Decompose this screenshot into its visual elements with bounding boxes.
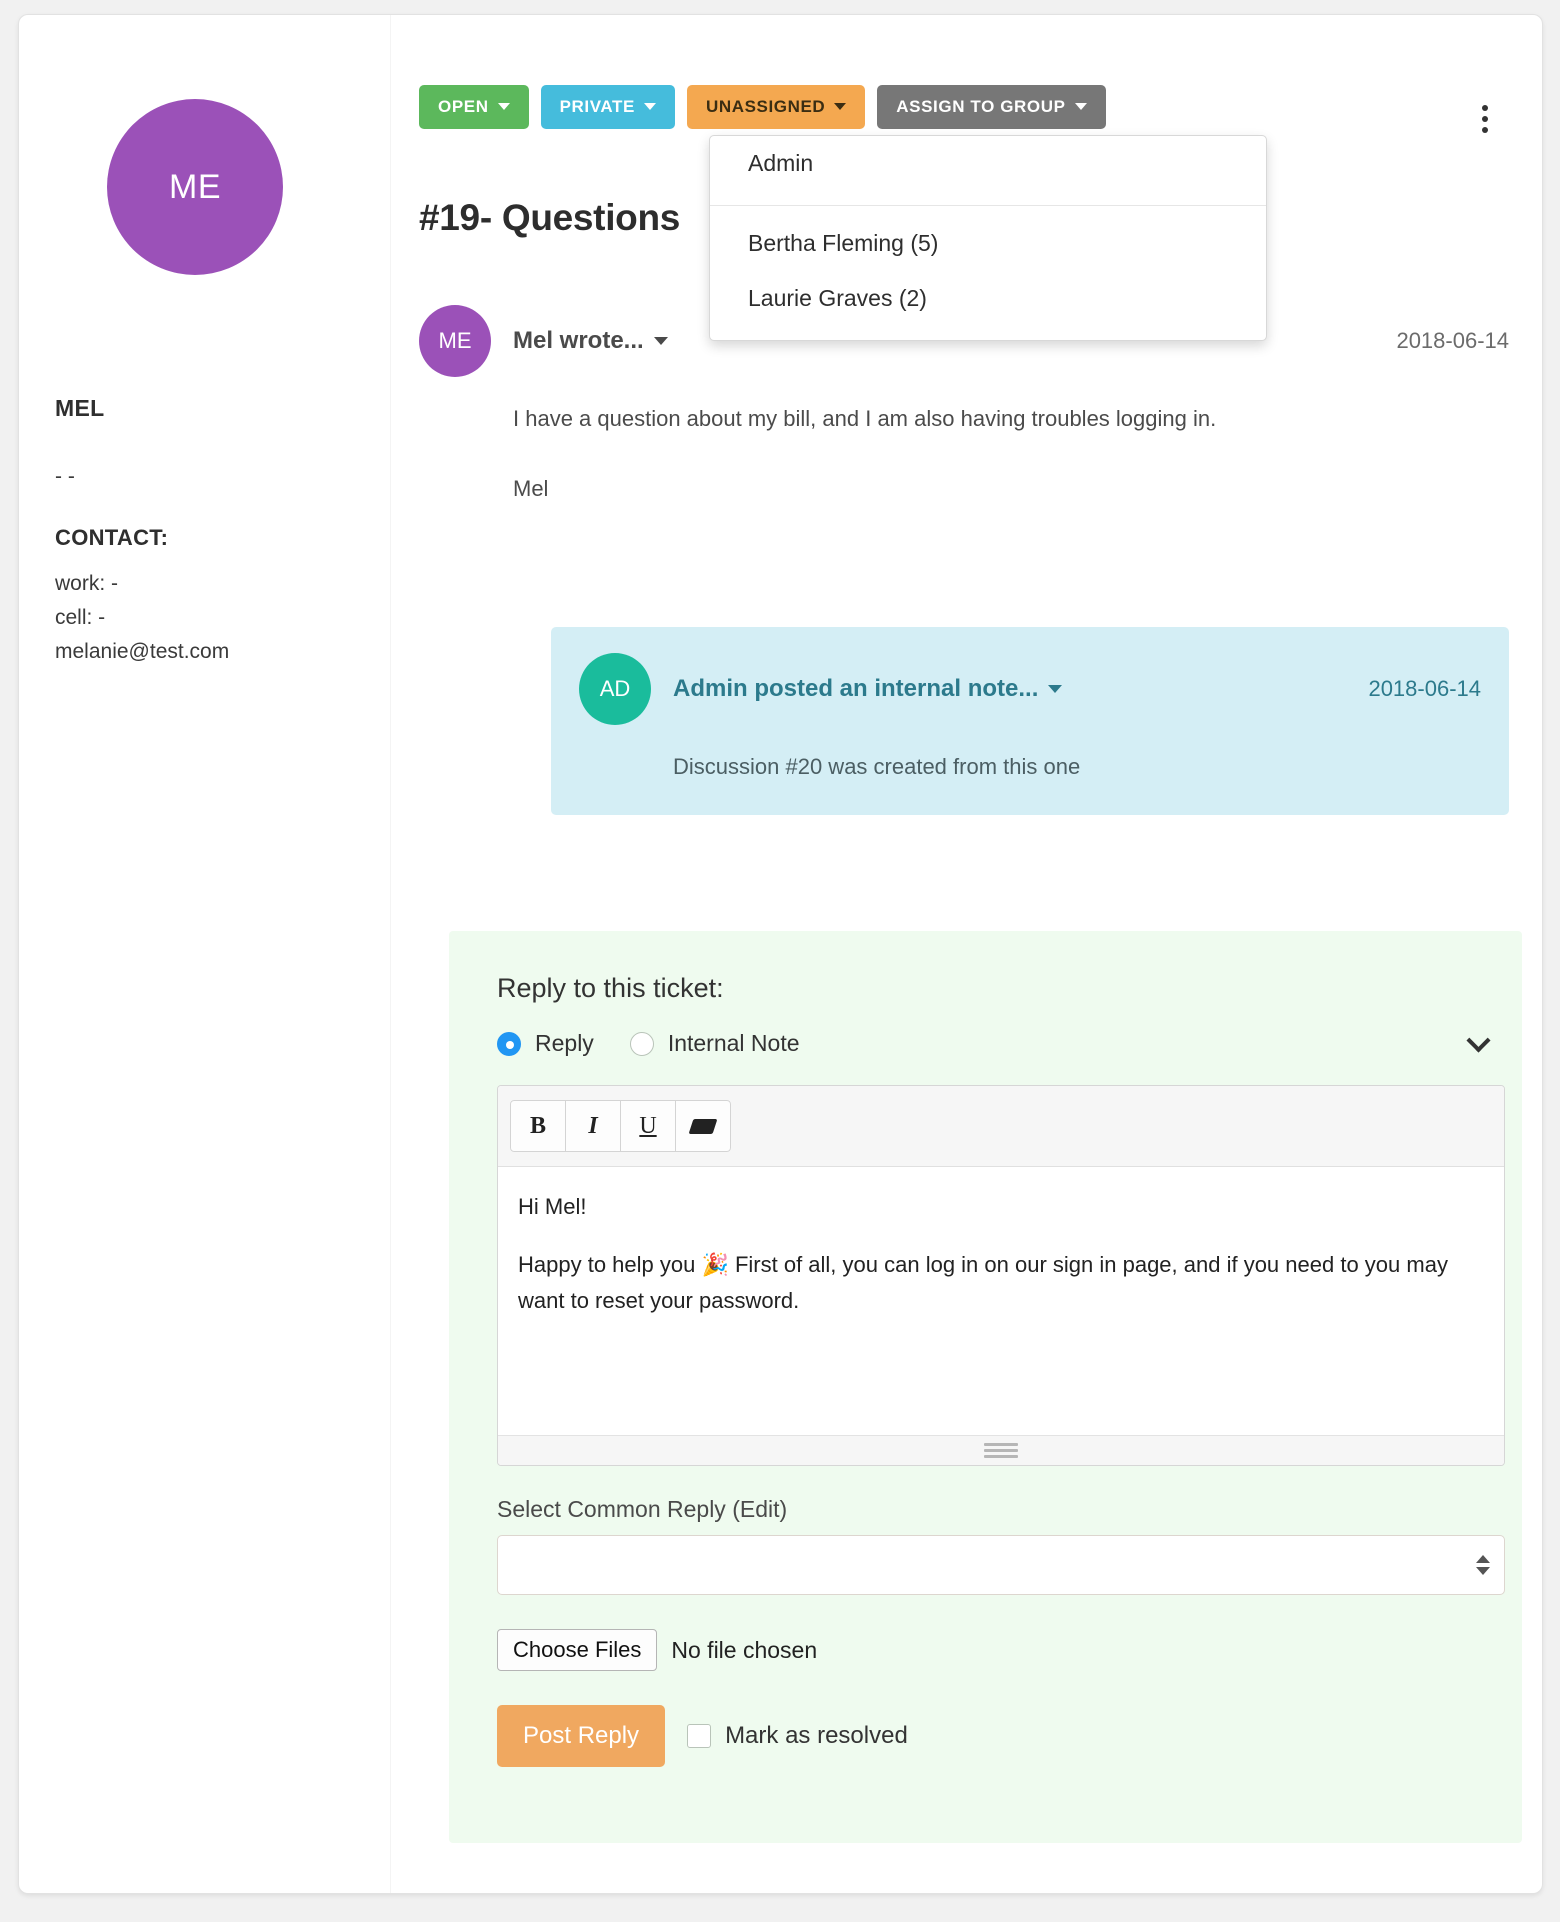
select-spinner-icon <box>1476 1555 1490 1575</box>
assign-to-group-label: ASSIGN TO GROUP <box>896 98 1065 115</box>
radio-reply-label[interactable]: Reply <box>535 1030 594 1057</box>
dropdown-item-bertha-fleming[interactable]: Bertha Fleming (5) <box>710 216 1266 271</box>
mark-as-resolved-checkbox[interactable] <box>687 1724 711 1748</box>
contact-work: work: - <box>55 567 229 601</box>
post-reply-button[interactable]: Post Reply <box>497 1705 665 1767</box>
common-reply-select[interactable] <box>497 1535 1505 1595</box>
contact-cell: cell: - <box>55 601 229 635</box>
reply-line-2: Happy to help you 🎉 First of all, you ca… <box>518 1247 1484 1319</box>
reply-textarea[interactable]: Hi Mel! Happy to help you 🎉 First of all… <box>498 1167 1504 1435</box>
message-author-dropdown[interactable]: Mel wrote... <box>513 327 668 355</box>
kebab-dot <box>1482 105 1488 111</box>
dropdown-item-admin[interactable]: Admin <box>710 136 1266 191</box>
chevron-down-icon <box>498 103 510 110</box>
eraser-icon <box>689 1119 718 1134</box>
chevron-down-icon <box>834 103 846 110</box>
assignee-dropdown-label: UNASSIGNED <box>706 98 825 115</box>
italic-button[interactable]: I <box>565 1100 621 1152</box>
reply-form: Reply to this ticket: Reply Internal Not… <box>449 931 1522 1843</box>
rich-text-editor: B I U Hi Mel! Happy to help you 🎉 First … <box>497 1085 1505 1466</box>
chevron-down-icon <box>654 337 668 345</box>
message-paragraph: I have a question about my bill, and I a… <box>513 401 1509 437</box>
status-dropdown-button[interactable]: OPEN <box>419 85 529 129</box>
assign-to-group-button[interactable]: ASSIGN TO GROUP <box>877 85 1105 129</box>
file-upload-row: Choose Files No file chosen <box>497 1629 1496 1671</box>
underline-button[interactable]: U <box>620 1100 676 1152</box>
message-body: I have a question about my bill, and I a… <box>513 401 1509 507</box>
radio-internal-note[interactable] <box>630 1032 654 1056</box>
contact-details: work: - cell: - melanie@test.com <box>55 567 229 669</box>
bold-button[interactable]: B <box>510 1100 566 1152</box>
chevron-down-icon <box>1075 103 1087 110</box>
reply-form-heading: Reply to this ticket: <box>497 973 1496 1004</box>
visibility-dropdown-button[interactable]: PRIVATE <box>541 85 675 129</box>
grip-icon <box>984 1440 1018 1461</box>
internal-note-date: 2018-06-14 <box>1368 676 1481 702</box>
choose-files-button[interactable]: Choose Files <box>497 1629 657 1671</box>
internal-note-card: AD Admin posted an internal note... 2018… <box>551 627 1509 815</box>
assignee-dropdown-button[interactable]: UNASSIGNED <box>687 85 865 129</box>
reply-type-radio-group: Reply Internal Note <box>497 1030 1496 1057</box>
editor-toolbar: B I U <box>498 1086 1504 1167</box>
avatar: ME <box>107 99 283 275</box>
contact-dash: - - <box>55 465 75 489</box>
editor-resize-handle[interactable] <box>498 1435 1504 1465</box>
internal-note-author-dropdown[interactable]: Admin posted an internal note... <box>673 675 1062 703</box>
message-date: 2018-06-14 <box>1396 328 1509 354</box>
kebab-dot <box>1482 116 1488 122</box>
dropdown-agent-group: Bertha Fleming (5) Laurie Graves (2) <box>710 206 1266 340</box>
status-dropdown-label: OPEN <box>438 98 489 115</box>
page-title: #19- Questions <box>419 197 680 239</box>
remove-format-button[interactable] <box>675 1100 731 1152</box>
dropdown-item-laurie-graves[interactable]: Laurie Graves (2) <box>710 271 1266 326</box>
common-reply-label[interactable]: Select Common Reply (Edit) <box>497 1496 1496 1523</box>
message-signature: Mel <box>513 471 1509 507</box>
reply-submit-row: Post Reply Mark as resolved <box>497 1705 1496 1767</box>
radio-internal-note-label[interactable]: Internal Note <box>668 1030 800 1057</box>
chevron-down-icon <box>644 103 656 110</box>
reply-line-1: Hi Mel! <box>518 1189 1484 1225</box>
editor-format-group: B I U <box>510 1100 731 1152</box>
file-status-text: No file chosen <box>671 1637 817 1664</box>
radio-reply[interactable] <box>497 1032 521 1056</box>
chevron-down-icon <box>1048 685 1062 693</box>
internal-note-header: AD Admin posted an internal note... 2018… <box>579 653 1481 725</box>
kebab-dot <box>1482 127 1488 133</box>
visibility-dropdown-label: PRIVATE <box>560 98 635 115</box>
avatar: ME <box>419 305 491 377</box>
contact-name: MEL <box>55 395 104 422</box>
avatar: AD <box>579 653 651 725</box>
contact-email[interactable]: melanie@test.com <box>55 635 229 669</box>
message-author-label: Mel wrote... <box>513 327 644 355</box>
contact-heading: CONTACT: <box>55 525 168 551</box>
ticket-page-card: ME MEL - - CONTACT: work: - cell: - mela… <box>18 14 1543 1894</box>
mark-as-resolved-label[interactable]: Mark as resolved <box>725 1722 908 1750</box>
contact-sidebar: ME MEL - - CONTACT: work: - cell: - mela… <box>19 15 391 1894</box>
internal-note-author-label: Admin posted an internal note... <box>673 675 1038 703</box>
kebab-menu-icon[interactable] <box>1472 101 1498 137</box>
chevron-down-icon[interactable] <box>1468 1032 1488 1044</box>
internal-note-body: Discussion #20 was created from this one <box>673 749 1481 785</box>
ticket-action-toolbar: OPEN PRIVATE UNASSIGNED ASSIGN TO GROUP <box>419 85 1106 129</box>
assignee-dropdown-menu: Admin Bertha Fleming (5) Laurie Graves (… <box>709 135 1267 341</box>
